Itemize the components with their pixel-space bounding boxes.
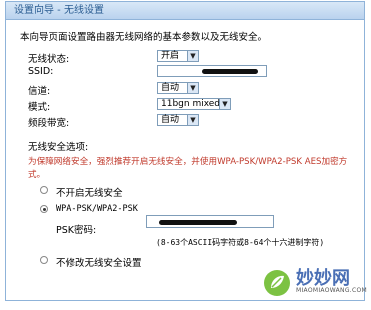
leaf-logo-icon	[264, 270, 290, 296]
mode-value: 11bgn mixed	[161, 99, 221, 109]
redaction-mark	[159, 220, 237, 225]
radio-no-security[interactable]	[40, 186, 48, 194]
channel-value: 自动	[161, 83, 180, 93]
bandwidth-value: 自动	[161, 115, 180, 125]
chevron-down-icon: ▼	[187, 51, 198, 61]
wizard-window: 设置向导 - 无线设置 本向导页面设置路由器无线网络的基本参数以及无线安全。 无…	[5, 1, 365, 301]
option-no-security-label: 不开启无线安全	[56, 188, 123, 199]
chevron-down-icon: ▼	[219, 99, 230, 109]
radio-keep-security[interactable]	[40, 256, 48, 264]
option-wpa-psk-label: WPA-PSK/WPA2-PSK	[56, 204, 138, 214]
wireless-status-value: 开启	[161, 51, 180, 61]
ssid-input[interactable]	[157, 65, 267, 77]
channel-label: 信道:	[28, 86, 51, 97]
psk-password-label: PSK密码:	[56, 225, 97, 236]
watermark-subtext: MIAOMIAOWANG.COM	[296, 287, 367, 294]
channel-select[interactable]: 自动 ▼	[157, 82, 199, 94]
bandwidth-select[interactable]: 自动 ▼	[157, 114, 199, 126]
mode-select[interactable]: 11bgn mixed ▼	[157, 98, 231, 110]
wireless-status-label: 无线状态:	[28, 54, 70, 65]
security-warning-line1: 为保障网络安全，强烈推荐开启无线安全，并使用WPA-PSK/WPA2-PSK A…	[28, 157, 348, 167]
window-title: 设置向导 - 无线设置	[6, 2, 364, 20]
psk-hint: (8-63个ASCII码字符或8-64个十六进制字符)	[156, 238, 325, 247]
mode-label: 模式:	[28, 102, 51, 113]
chevron-down-icon: ▼	[187, 83, 198, 93]
chevron-down-icon: ▼	[187, 115, 198, 125]
wireless-status-select[interactable]: 开启 ▼	[157, 50, 199, 62]
bandwidth-label: 频段带宽:	[28, 118, 70, 129]
psk-password-input[interactable]	[146, 215, 274, 228]
watermark-logo: 妙妙网 MIAOMIAOWANG.COM	[262, 262, 367, 306]
security-title: 无线安全选项:	[28, 142, 89, 153]
intro-text: 本向导页面设置路由器无线网络的基本参数以及无线安全。	[20, 32, 268, 43]
ssid-label: SSID:	[28, 66, 54, 77]
radio-wpa-psk[interactable]	[40, 205, 48, 213]
redaction-mark	[202, 69, 258, 74]
security-warning-line2: 式。	[28, 170, 46, 180]
option-keep-security-label: 不修改无线安全设置	[56, 258, 142, 269]
